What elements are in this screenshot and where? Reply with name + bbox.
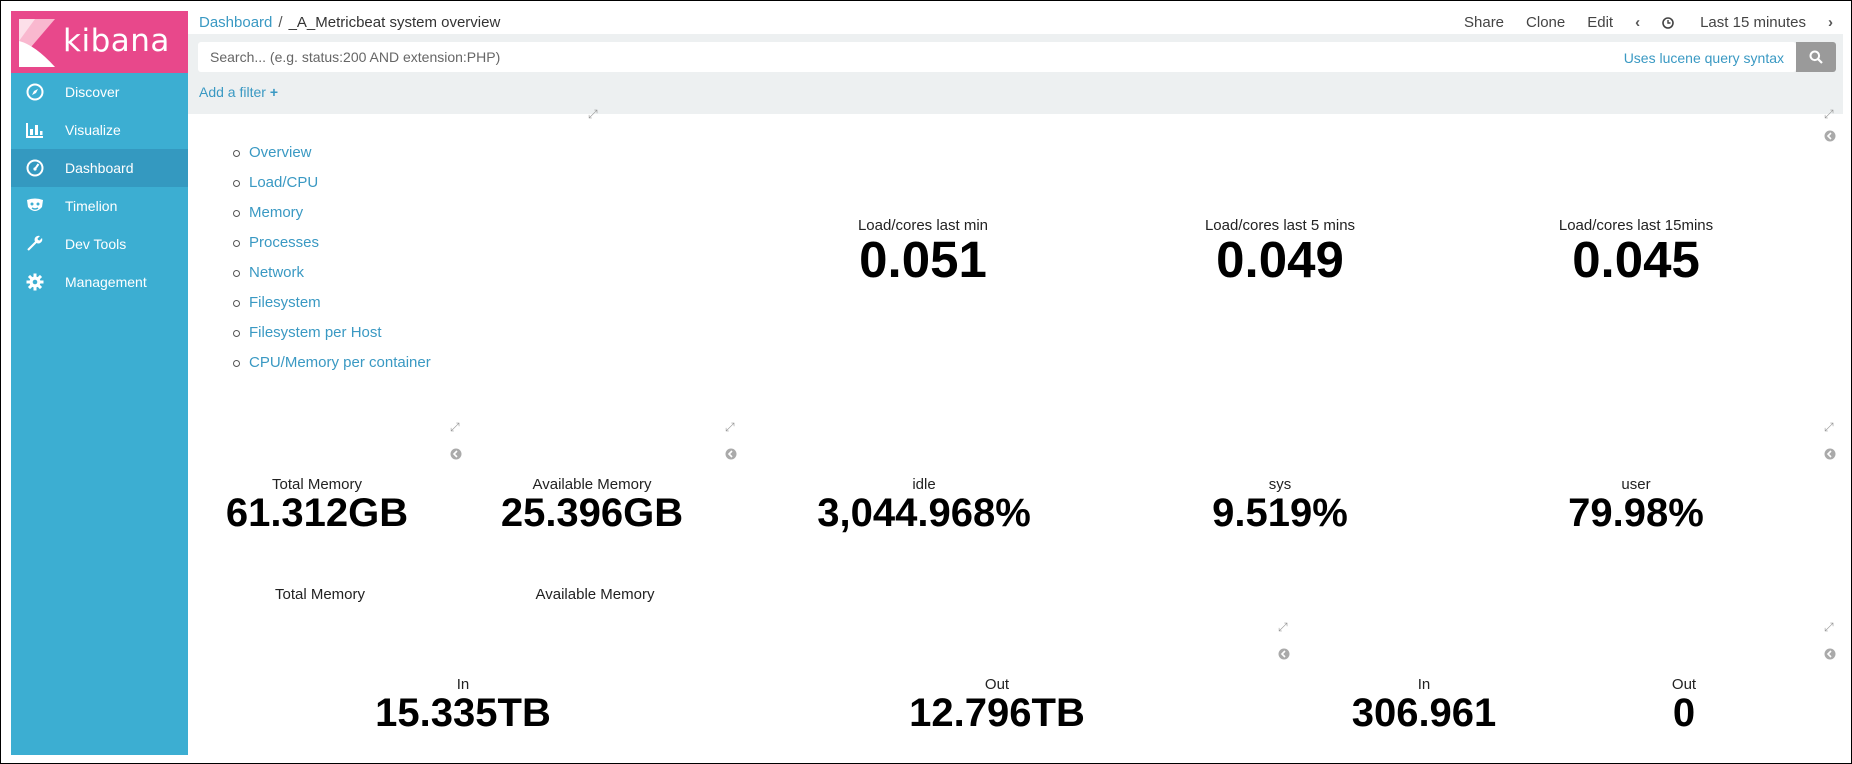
sidebar-item-timelion[interactable]: Timelion <box>11 187 188 225</box>
nav-link-memory[interactable]: Memory <box>233 204 431 234</box>
metric-value: 61.312GB <box>225 491 409 535</box>
expand-panel-icon[interactable]: ⤢ <box>725 420 737 434</box>
add-filter-label: Add a filter <box>199 84 266 100</box>
expand-panel-icon[interactable]: ⤢ <box>1824 107 1836 121</box>
metric-load-1m: Load/cores last min 0.051 <box>858 217 988 285</box>
sidebar-item-label: Dashboard <box>65 160 134 176</box>
compass-icon <box>25 83 45 101</box>
metric-cpu-user: user 79.98% <box>1568 476 1704 533</box>
sidebar-item-dashboard[interactable]: Dashboard <box>11 149 188 187</box>
panel-options-icon[interactable] <box>725 448 738 461</box>
breadcrumb-separator: / <box>278 14 283 31</box>
sidebar: kibana Discover Visualize Dashboard Time… <box>11 11 188 755</box>
expand-panel-icon[interactable]: ⤢ <box>588 107 600 121</box>
breadcrumb: Dashboard / _A_Metricbeat system overview <box>199 14 500 31</box>
metric-network-packets-in: In 306.961 <box>1352 676 1497 733</box>
metric-available-memory: Available Memory 25.396GB <box>501 476 683 533</box>
expand-panel-icon[interactable]: ⤢ <box>1824 420 1836 434</box>
time-range-label: Last 15 minutes <box>1700 14 1806 31</box>
metric-load-15m: Load/cores last 15mins 0.045 <box>1559 217 1713 285</box>
sidebar-item-label: Visualize <box>65 122 121 138</box>
app-frame: kibana Discover Visualize Dashboard Time… <box>0 0 1852 764</box>
metric-value: 3,044.968% <box>817 491 1031 535</box>
metric-cpu-idle: idle 3,044.968% <box>817 476 1031 533</box>
add-filter-button[interactable]: Add a filter + <box>199 84 278 100</box>
top-nav: Dashboard / _A_Metricbeat system overview … <box>188 11 1843 34</box>
gear-icon <box>25 273 45 291</box>
nav-link-filesystem-per-host[interactable]: Filesystem per Host <box>233 324 431 354</box>
metric-value: 0.045 <box>1572 231 1700 288</box>
clock-icon <box>1662 16 1674 29</box>
expand-panel-icon[interactable]: ⤢ <box>1278 620 1290 634</box>
dashboard-gauge-icon <box>25 159 45 177</box>
page-title: _A_Metricbeat system overview <box>288 14 501 31</box>
lucene-syntax-link[interactable]: Uses lucene query syntax <box>1624 50 1784 66</box>
search-placeholder: Search... (e.g. status:200 AND extension… <box>210 49 501 65</box>
nav-link-overview[interactable]: Overview <box>233 144 431 174</box>
sidebar-item-label: Dev Tools <box>65 236 127 252</box>
sidebar-item-management[interactable]: Management <box>11 263 188 301</box>
wrench-icon <box>25 235 45 253</box>
dashboard-navigation-list: Overview Load/CPU Memory Processes Netwo… <box>233 144 431 384</box>
metric-network-packets-out: Out 0 <box>1672 676 1696 733</box>
metric-value: 79.98% <box>1568 491 1704 535</box>
metric-network-bytes-out: Out 12.796TB <box>909 676 1085 733</box>
query-bar: Search... (e.g. status:200 AND extension… <box>188 34 1843 114</box>
metric-value: 25.396GB <box>500 491 684 535</box>
metric-network-bytes-in: In 15.335TB <box>375 676 551 733</box>
panel-options-icon[interactable] <box>1824 448 1837 461</box>
sidebar-item-discover[interactable]: Discover <box>11 73 188 111</box>
panel-options-icon[interactable] <box>1278 648 1291 661</box>
metric-cpu-sys: sys 9.519% <box>1212 476 1348 533</box>
time-picker-button[interactable]: Last 15 minutes <box>1662 14 1806 31</box>
panel-options-icon[interactable] <box>1824 130 1837 143</box>
metric-value: 9.519% <box>1212 491 1348 535</box>
panel-options-icon[interactable] <box>1824 648 1837 661</box>
time-prev-button[interactable]: ‹ <box>1635 14 1640 31</box>
sidebar-item-dev-tools[interactable]: Dev Tools <box>11 225 188 263</box>
nav-link-load-cpu[interactable]: Load/CPU <box>233 174 431 204</box>
metric-total-memory: Total Memory 61.312GB <box>226 476 408 533</box>
metric-value: 0.049 <box>1216 231 1344 288</box>
metric-value: 306.961 <box>1351 691 1497 735</box>
panel-caption-available-memory: Available Memory <box>535 586 655 603</box>
panel-caption-total-memory: Total Memory <box>274 586 366 603</box>
timelion-mask-icon <box>25 197 45 215</box>
metric-load-5m: Load/cores last 5 mins 0.049 <box>1205 217 1355 285</box>
sidebar-item-visualize[interactable]: Visualize <box>11 111 188 149</box>
bar-chart-icon <box>25 121 45 139</box>
clone-button[interactable]: Clone <box>1526 14 1565 31</box>
nav-link-cpu-memory-per-container[interactable]: CPU/Memory per container <box>233 354 431 384</box>
metric-value: 15.335TB <box>375 691 551 735</box>
nav-link-filesystem[interactable]: Filesystem <box>233 294 431 324</box>
sidebar-item-label: Discover <box>65 84 120 100</box>
metric-value: 12.796TB <box>909 691 1085 735</box>
metric-value: 0.051 <box>859 231 987 288</box>
kibana-logo[interactable]: kibana <box>11 11 188 73</box>
search-icon <box>1809 50 1823 64</box>
top-actions: Share Clone Edit ‹ Last 15 minutes › <box>1442 14 1833 31</box>
search-input[interactable]: Search... (e.g. status:200 AND extension… <box>198 42 1796 72</box>
share-button[interactable]: Share <box>1464 14 1504 31</box>
expand-panel-icon[interactable]: ⤢ <box>1824 620 1836 634</box>
edit-button[interactable]: Edit <box>1587 14 1613 31</box>
breadcrumb-dashboard-link[interactable]: Dashboard <box>199 14 272 31</box>
sidebar-item-label: Management <box>65 274 147 290</box>
dashboard-grid: ⤢ ⤢ Overview Load/CPU Memory Processes N… <box>188 107 1843 755</box>
plus-icon: + <box>269 84 279 100</box>
search-button[interactable] <box>1796 42 1836 72</box>
sidebar-item-label: Timelion <box>65 198 118 214</box>
expand-panel-icon[interactable]: ⤢ <box>450 420 462 434</box>
logo-text: kibana <box>63 23 170 59</box>
kibana-logo-icon <box>19 19 55 67</box>
nav-link-processes[interactable]: Processes <box>233 234 431 264</box>
nav-link-network[interactable]: Network <box>233 264 431 294</box>
time-next-button[interactable]: › <box>1828 14 1833 31</box>
metric-value: 0 <box>1672 691 1696 735</box>
panel-options-icon[interactable] <box>450 448 463 461</box>
